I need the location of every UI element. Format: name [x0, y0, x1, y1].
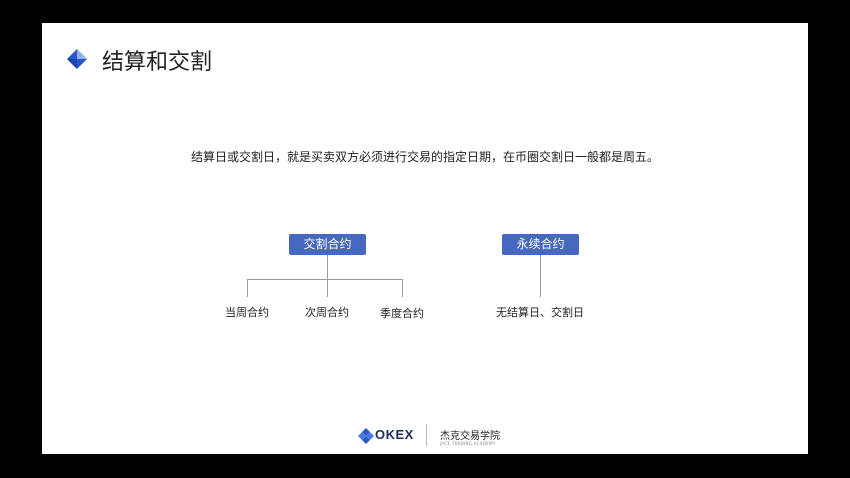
leaf-quarterly-contract: 季度合约	[380, 307, 424, 320]
leaf-no-settlement-date: 无结算日、交割日	[496, 306, 584, 319]
academy-name-en: JACK TRADING ACADEMY	[440, 441, 496, 446]
footer-divider	[426, 424, 427, 446]
leaf-biweekly-contract: 次周合约	[305, 306, 349, 319]
node-delivery-contract: 交割合约	[289, 234, 366, 255]
okex-brand: OKEX	[375, 427, 414, 442]
okex-logo-icon	[358, 428, 374, 444]
tree-connectors	[247, 255, 541, 297]
academy-name: 杰克交易学院	[440, 431, 500, 442]
slide: 结算和交割 结算日或交割日，就是买卖双方必须进行交易的指定日期，在币圈交割日一般…	[42, 23, 808, 454]
leaf-weekly-contract: 当周合约	[225, 306, 269, 319]
node-perpetual-contract: 永续合约	[502, 234, 579, 255]
